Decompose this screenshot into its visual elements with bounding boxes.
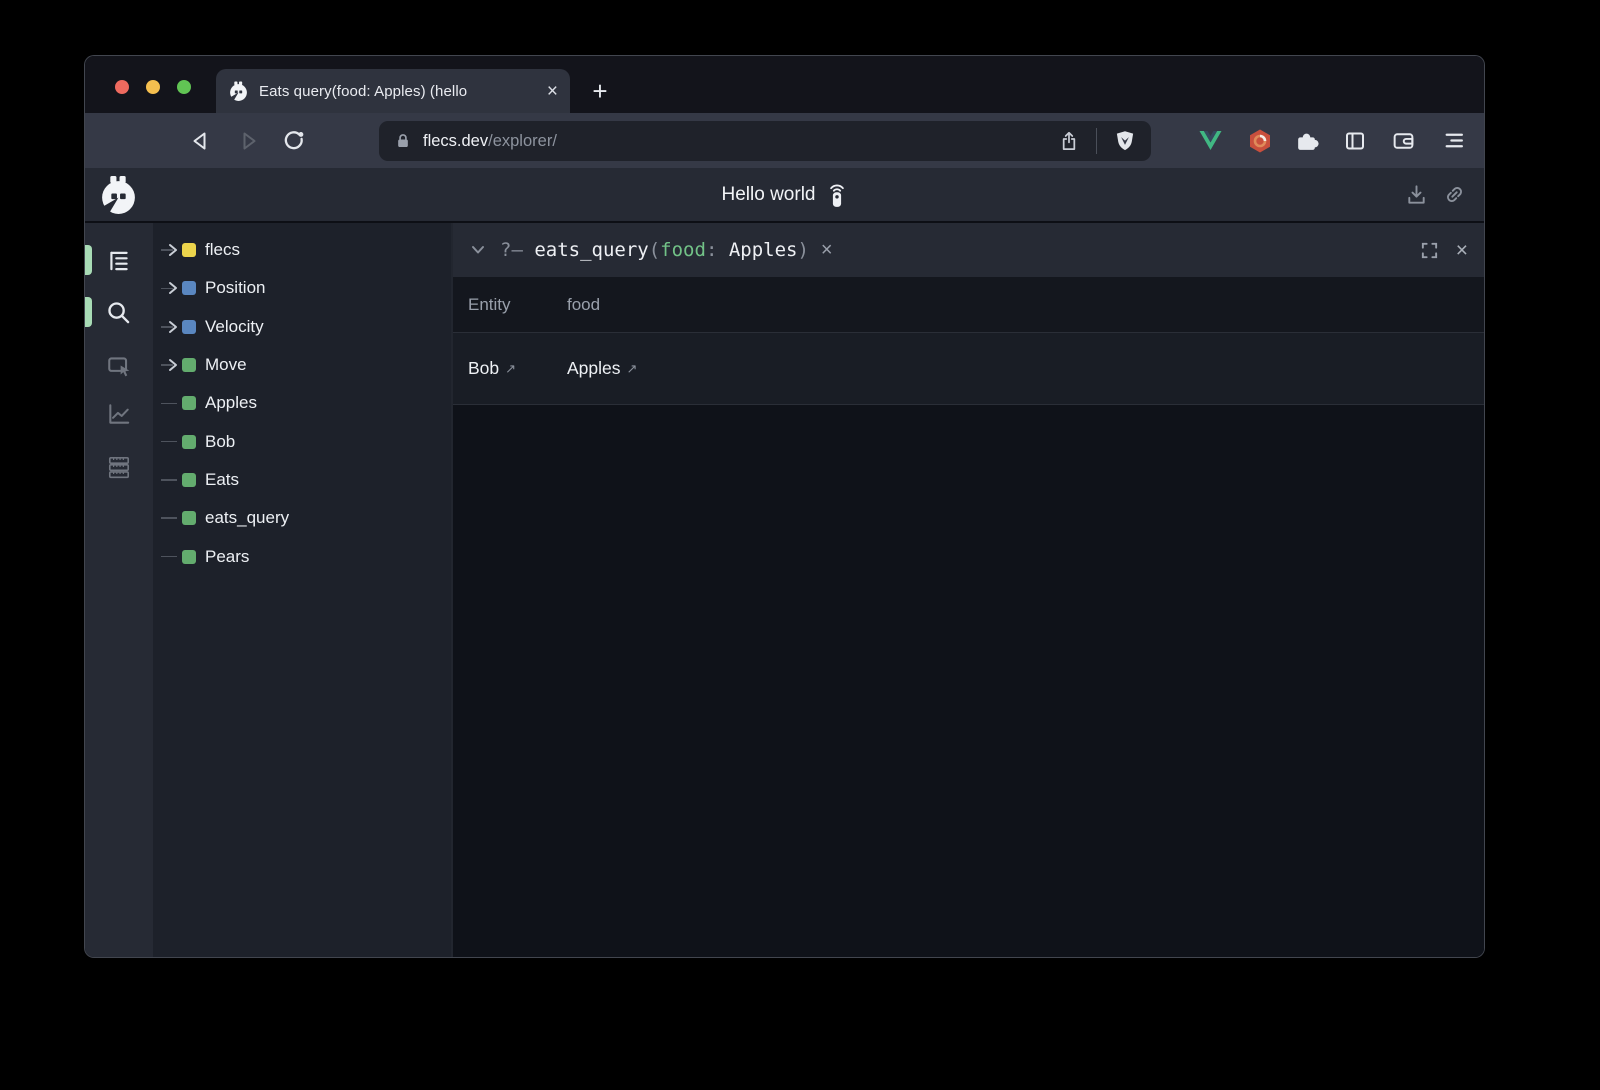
copy-link-icon[interactable] xyxy=(1443,183,1466,206)
tab-close-icon[interactable]: × xyxy=(547,82,558,101)
food-cell[interactable]: Apples↗ xyxy=(567,358,666,379)
tree-item-bob[interactable]: Bob xyxy=(153,422,451,460)
tree-item-velocity[interactable]: Velocity xyxy=(153,308,451,346)
flecs-favicon-icon xyxy=(228,81,249,102)
share-icon[interactable] xyxy=(1058,130,1080,152)
component-color-tag xyxy=(182,320,196,334)
component-color-tag xyxy=(182,281,196,295)
url-bar[interactable]: flecs.dev/explorer/ xyxy=(379,121,1151,161)
back-button[interactable] xyxy=(187,127,214,154)
panel-rail xyxy=(85,223,153,958)
forward-button[interactable] xyxy=(234,127,261,154)
flecs-logo-icon[interactable] xyxy=(98,175,139,216)
query-panel: ?– eats_query(food: Apples) × × Entity f… xyxy=(451,223,1484,958)
tables-panel-button[interactable] xyxy=(105,453,132,480)
tree-item-eats[interactable]: Eats xyxy=(153,461,451,499)
minimize-window-button[interactable] xyxy=(146,80,160,94)
remote-connection-icon xyxy=(827,182,847,208)
browser-menu-icon[interactable] xyxy=(1439,126,1468,155)
fullscreen-icon[interactable] xyxy=(1420,241,1439,260)
tree-item-position[interactable]: Position xyxy=(153,269,451,307)
query-search-panel-button[interactable] xyxy=(105,299,132,326)
expand-arrow-icon[interactable] xyxy=(161,241,178,259)
column-header-entity: Entity xyxy=(468,295,567,315)
browser-window: Eats query(food: Apples) (hello × + xyxy=(84,55,1485,958)
active-indicator xyxy=(85,245,92,275)
tree-item-eats-query[interactable]: eats_query xyxy=(153,499,451,537)
leaf-dash-icon xyxy=(161,394,178,412)
tree-item-label: Move xyxy=(205,355,247,375)
app-header: Hello world xyxy=(85,168,1484,223)
divider xyxy=(1096,128,1097,154)
column-header-food: food xyxy=(567,295,666,315)
brave-shield-icon[interactable] xyxy=(1113,129,1137,153)
result-table-row: Bob↗ Apples↗ xyxy=(453,333,1484,405)
hexagon-extension-icon[interactable] xyxy=(1245,126,1274,155)
result-table-header: Entity food xyxy=(453,277,1484,333)
component-color-tag xyxy=(182,396,196,410)
empty-results-area xyxy=(453,405,1484,958)
tree-item-label: eats_query xyxy=(205,508,289,528)
zoom-window-button[interactable] xyxy=(177,80,191,94)
expand-arrow-icon[interactable] xyxy=(161,318,178,336)
tree-item-apples[interactable]: Apples xyxy=(153,384,451,422)
vue-devtools-icon[interactable] xyxy=(1197,126,1226,155)
inspector-panel-button[interactable] xyxy=(105,352,132,379)
entities-tree-panel-button[interactable] xyxy=(105,247,132,274)
component-color-tag xyxy=(182,473,196,487)
close-window-button[interactable] xyxy=(115,80,129,94)
tree-item-label: Bob xyxy=(205,432,235,452)
expand-arrow-icon[interactable] xyxy=(161,356,178,374)
extensions-puzzle-icon[interactable] xyxy=(1292,126,1321,155)
entity-cell[interactable]: Bob↗ xyxy=(468,358,567,379)
query-header: ?– eats_query(food: Apples) × × xyxy=(453,223,1484,277)
active-indicator xyxy=(85,297,92,327)
leaf-dash-icon xyxy=(161,548,178,566)
download-icon[interactable] xyxy=(1405,183,1428,206)
lock-icon xyxy=(393,131,413,151)
tree-item-label: Apples xyxy=(205,393,257,413)
tree-item-flecs[interactable]: flecs xyxy=(153,231,451,269)
component-color-tag xyxy=(182,358,196,372)
component-color-tag xyxy=(182,550,196,564)
tree-item-label: Position xyxy=(205,278,265,298)
window-controls xyxy=(115,80,191,94)
external-link-icon: ↗ xyxy=(627,361,638,377)
stats-chart-panel-button[interactable] xyxy=(105,400,132,427)
entity-tree: flecs Position Velocity xyxy=(153,223,451,958)
component-color-tag xyxy=(182,511,196,525)
tab-bar: Eats query(food: Apples) (hello × + xyxy=(85,56,1484,113)
leaf-dash-icon xyxy=(161,433,178,451)
query-expression[interactable]: ?– eats_query(food: Apples) xyxy=(500,239,809,261)
collapse-chevron-icon[interactable] xyxy=(469,241,487,259)
tree-item-label: Pears xyxy=(205,547,249,567)
sidebar-toggle-icon[interactable] xyxy=(1340,126,1369,155)
expand-arrow-icon[interactable] xyxy=(161,279,178,297)
tree-item-pears[interactable]: Pears xyxy=(153,537,451,575)
reload-button[interactable] xyxy=(281,127,308,154)
leaf-dash-icon xyxy=(161,471,178,489)
browser-tab[interactable]: Eats query(food: Apples) (hello × xyxy=(216,69,570,113)
tree-item-label: Eats xyxy=(205,470,239,490)
world-title: Hello world xyxy=(722,184,816,206)
leaf-dash-icon xyxy=(161,509,178,527)
tree-item-label: flecs xyxy=(205,240,240,260)
new-tab-button[interactable]: + xyxy=(585,76,615,106)
tab-title: Eats query(food: Apples) (hello xyxy=(259,83,521,100)
tree-item-move[interactable]: Move xyxy=(153,346,451,384)
close-panel-icon[interactable]: × xyxy=(1456,240,1468,261)
external-link-icon: ↗ xyxy=(505,361,516,377)
component-color-tag xyxy=(182,243,196,257)
component-color-tag xyxy=(182,435,196,449)
tree-item-label: Velocity xyxy=(205,317,264,337)
browser-toolbar: flecs.dev/explorer/ xyxy=(85,113,1484,168)
wallet-icon[interactable] xyxy=(1389,126,1418,155)
url-text: flecs.dev/explorer/ xyxy=(423,132,557,151)
clear-query-icon[interactable]: × xyxy=(821,240,833,260)
